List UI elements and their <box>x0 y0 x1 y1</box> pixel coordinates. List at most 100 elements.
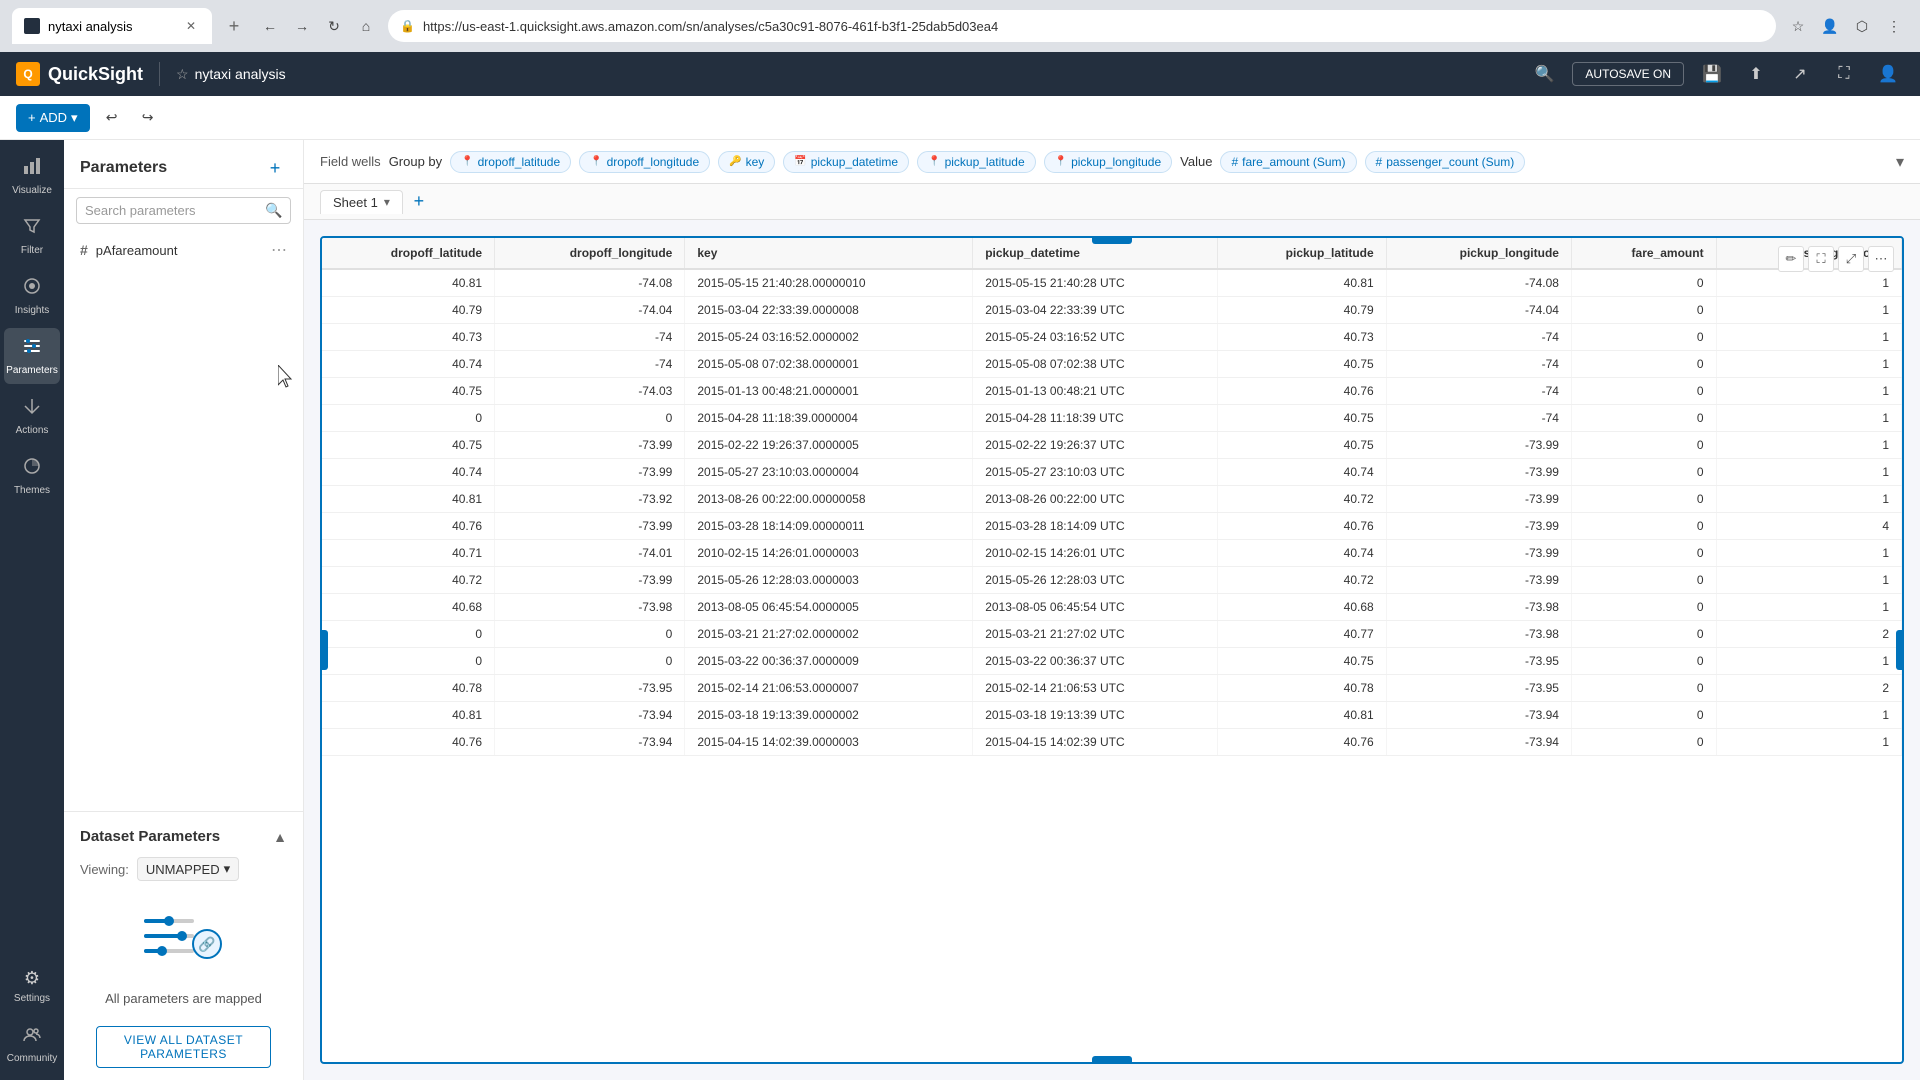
add-button[interactable]: + ADD ▾ <box>16 104 90 132</box>
cell-13-2: 2015-03-21 21:27:02.0000002 <box>685 621 973 648</box>
cell-9-2: 2015-03-28 18:14:09.00000011 <box>685 513 973 540</box>
field-pill-dropoff-lat[interactable]: 📍 dropoff_latitude <box>450 151 571 173</box>
param-item-pAfareamount[interactable]: # pAfareamount ⋯ <box>64 232 303 268</box>
focus-table-button[interactable]: ⤢ <box>1838 246 1864 272</box>
cell-9-1: -73.99 <box>495 513 685 540</box>
table-scroll-area[interactable]: dropoff_latitude dropoff_longitude key p… <box>322 238 1902 1062</box>
table-row: 40.75-74.032015-01-13 00:48:21.000000120… <box>322 378 1902 405</box>
tab-close-button[interactable]: ✕ <box>182 17 200 35</box>
cell-11-7: 1 <box>1716 567 1901 594</box>
add-sheet-button[interactable]: + <box>407 190 431 214</box>
add-button-label: ADD <box>40 110 67 125</box>
sidebar-item-community[interactable]: Community <box>4 1016 60 1072</box>
cell-15-4: 40.78 <box>1218 675 1386 702</box>
cell-3-5: -74 <box>1386 351 1571 378</box>
dropoff-lat-icon: 📍 <box>461 156 473 167</box>
sidebar-item-visualize[interactable]: Visualize <box>4 148 60 204</box>
search-button[interactable]: 🔍 <box>1528 58 1560 90</box>
resize-handle-right[interactable] <box>1896 630 1902 670</box>
redo-button[interactable]: ↪ <box>134 104 162 132</box>
cell-11-6: 0 <box>1571 567 1716 594</box>
sheet-tab-1[interactable]: Sheet 1 ▾ <box>320 190 403 214</box>
view-dataset-button[interactable]: VIEW ALL DATASET PARAMETERS <box>96 1026 271 1068</box>
search-input[interactable] <box>85 203 261 218</box>
sidebar-item-parameters[interactable]: Parameters <box>4 328 60 384</box>
star-icon[interactable]: ☆ <box>176 66 189 83</box>
bookmark-button[interactable]: ☆ <box>1784 12 1812 40</box>
back-button[interactable]: ← <box>256 12 284 40</box>
table-row: 40.78-73.952015-02-14 21:06:53.000000720… <box>322 675 1902 702</box>
collapse-button[interactable]: ▲ <box>273 829 287 845</box>
cell-13-7: 2 <box>1716 621 1901 648</box>
field-pill-pickup-datetime[interactable]: 📅 pickup_datetime <box>783 151 909 173</box>
table-row: 40.81-73.922013-08-26 00:22:00.000000582… <box>322 486 1902 513</box>
cell-0-7: 1 <box>1716 269 1901 297</box>
resize-handle-left[interactable] <box>322 630 328 670</box>
cell-17-5: -73.94 <box>1386 729 1571 756</box>
save-button[interactable]: 💾 <box>1696 58 1728 90</box>
extensions-button[interactable]: ⬡ <box>1848 12 1876 40</box>
cell-17-6: 0 <box>1571 729 1716 756</box>
parameters-icon <box>22 336 42 361</box>
dataset-params-section: Dataset Parameters ▲ Viewing: UNMAPPED ▾ <box>64 811 303 1080</box>
search-box[interactable]: 🔍 <box>76 197 291 224</box>
expand-table-button[interactable]: ⛶ <box>1808 246 1834 272</box>
value-pill-fare[interactable]: # fare_amount (Sum) <box>1220 151 1356 173</box>
visualize-icon <box>22 156 42 181</box>
forward-button[interactable]: → <box>288 12 316 40</box>
header-right: 🔍 AUTOSAVE ON 💾 ⬆ ↗ ⛶ 👤 <box>1528 58 1904 90</box>
sidebar-item-filter[interactable]: Filter <box>4 208 60 264</box>
sidebar-item-insights[interactable]: Insights <box>4 268 60 324</box>
cell-8-1: -73.92 <box>495 486 685 513</box>
browser-tab[interactable]: nytaxi analysis ✕ <box>12 8 212 44</box>
field-pill-pickup-lat[interactable]: 📍 pickup_latitude <box>917 151 1036 173</box>
browser-navigation: ← → ↻ ⌂ <box>256 12 380 40</box>
export-button[interactable]: ⬆ <box>1740 58 1772 90</box>
mapped-text: All parameters are mapped <box>105 991 262 1006</box>
fare-label: fare_amount (Sum) <box>1242 155 1345 169</box>
cell-0-1: -74.08 <box>495 269 685 297</box>
field-pill-key[interactable]: 🔑 key <box>718 151 775 173</box>
cell-4-2: 2015-01-13 00:48:21.0000001 <box>685 378 973 405</box>
viewing-select[interactable]: UNMAPPED ▾ <box>137 857 239 881</box>
cell-8-2: 2013-08-26 00:22:00.00000058 <box>685 486 973 513</box>
sidebar-item-themes[interactable]: Themes <box>4 448 60 504</box>
cell-2-6: 0 <box>1571 324 1716 351</box>
field-pill-dropoff-lon[interactable]: 📍 dropoff_longitude <box>579 151 710 173</box>
cell-10-2: 2010-02-15 14:26:01.0000003 <box>685 540 973 567</box>
url-bar[interactable]: 🔒 https://us-east-1.quicksight.aws.amazo… <box>388 10 1776 42</box>
fullscreen-button[interactable]: ⛶ <box>1828 58 1860 90</box>
table-row: 40.68-73.982013-08-05 06:45:54.000000520… <box>322 594 1902 621</box>
dropoff-lon-label: dropoff_longitude <box>607 155 700 169</box>
browser-chrome: nytaxi analysis ✕ + ← → ↻ ⌂ 🔒 https://us… <box>0 0 1920 52</box>
sheet-dropdown-icon[interactable]: ▾ <box>384 195 390 209</box>
cell-14-0: 0 <box>322 648 495 675</box>
sidebar-item-settings[interactable]: ⚙ Settings <box>4 960 60 1012</box>
resize-handle-bottom[interactable] <box>1092 1056 1132 1062</box>
sidebar-item-actions[interactable]: Actions <box>4 388 60 444</box>
security-icon: 🔒 <box>400 19 415 33</box>
pickup-lon-icon: 📍 <box>1055 156 1067 167</box>
cell-11-0: 40.72 <box>322 567 495 594</box>
expand-field-wells-button[interactable]: ▾ <box>1896 152 1904 172</box>
field-pill-pickup-lon[interactable]: 📍 pickup_longitude <box>1044 151 1173 173</box>
undo-button[interactable]: ↩ <box>98 104 126 132</box>
home-button[interactable]: ⌂ <box>352 12 380 40</box>
resize-handle-top[interactable] <box>1092 238 1132 244</box>
edit-table-button[interactable]: ✏ <box>1778 246 1804 272</box>
add-param-button[interactable]: + <box>263 156 287 180</box>
param-menu-button[interactable]: ⋯ <box>271 240 287 260</box>
value-pill-passenger[interactable]: # passenger_count (Sum) <box>1365 151 1526 173</box>
share-button[interactable]: ↗ <box>1784 58 1816 90</box>
new-tab-button[interactable]: + <box>220 12 248 40</box>
refresh-button[interactable]: ↻ <box>320 12 348 40</box>
field-wells-label: Field wells <box>320 154 381 169</box>
autosave-button[interactable]: AUTOSAVE ON <box>1572 62 1684 86</box>
profile-button[interactable]: 👤 <box>1816 12 1844 40</box>
more-table-options-button[interactable]: ⋯ <box>1868 246 1894 272</box>
user-button[interactable]: 👤 <box>1872 58 1904 90</box>
cell-8-7: 1 <box>1716 486 1901 513</box>
menu-button[interactable]: ⋮ <box>1880 12 1908 40</box>
search-icon[interactable]: 🔍 <box>265 202 282 219</box>
settings-icon: ⚙ <box>24 968 40 989</box>
